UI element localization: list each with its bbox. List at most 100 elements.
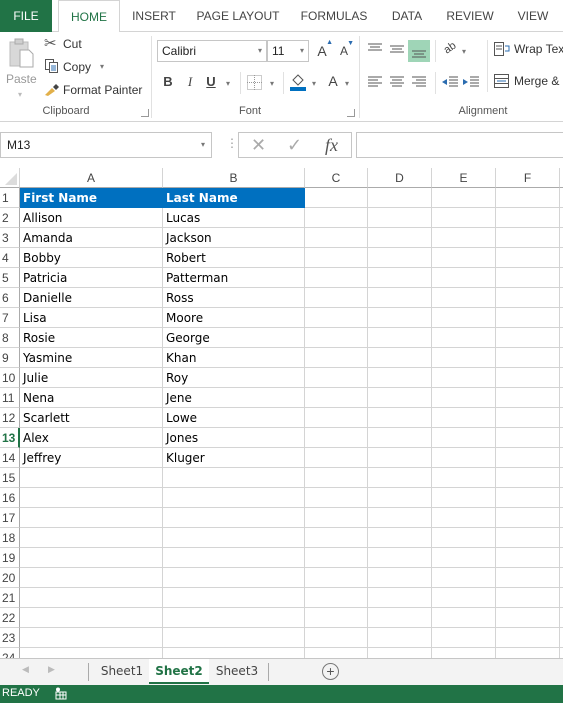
empty-cell[interactable] (20, 528, 163, 548)
underline-button[interactable]: U (205, 74, 217, 89)
empty-cell[interactable] (368, 588, 432, 608)
data-cell[interactable]: Patterman (163, 268, 305, 288)
empty-cell[interactable] (432, 368, 496, 388)
empty-cell[interactable] (496, 308, 560, 328)
empty-cell[interactable] (20, 548, 163, 568)
data-cell[interactable]: Scarlett (20, 408, 163, 428)
row-header-23[interactable]: 23 (0, 628, 20, 648)
empty-cell[interactable] (368, 648, 432, 658)
row-header-20[interactable]: 20 (0, 568, 20, 588)
empty-cell[interactable] (20, 508, 163, 528)
empty-cell[interactable] (368, 188, 432, 208)
data-cell[interactable]: Ross (163, 288, 305, 308)
empty-cell[interactable] (368, 408, 432, 428)
empty-cell[interactable] (305, 548, 368, 568)
data-cell[interactable]: Julie (20, 368, 163, 388)
empty-cell[interactable] (496, 368, 560, 388)
font-color-dropdown-icon[interactable]: ▾ (345, 79, 349, 88)
font-launcher-icon[interactable] (347, 109, 355, 117)
data-cell[interactable]: Lisa (20, 308, 163, 328)
row-header-3[interactable]: 3 (0, 228, 20, 248)
row-header-8[interactable]: 8 (0, 328, 20, 348)
empty-cell[interactable] (305, 508, 368, 528)
merge-center-button[interactable]: Merge & Center (494, 73, 563, 91)
empty-cell[interactable] (305, 408, 368, 428)
empty-cell[interactable] (432, 588, 496, 608)
sheet-tab-sheet1[interactable]: Sheet1 (94, 659, 150, 684)
row-header-18[interactable]: 18 (0, 528, 20, 548)
empty-cell[interactable] (305, 528, 368, 548)
fill-color-dropdown-icon[interactable]: ▾ (312, 79, 316, 88)
empty-cell[interactable] (20, 628, 163, 648)
empty-cell[interactable] (305, 328, 368, 348)
empty-cell[interactable] (163, 488, 305, 508)
row-header-1[interactable]: 1 (0, 188, 20, 208)
empty-cell[interactable] (368, 568, 432, 588)
empty-cell[interactable] (432, 208, 496, 228)
sheet-tab-sheet3[interactable]: Sheet3 (209, 659, 265, 684)
empty-cell[interactable] (432, 248, 496, 268)
bold-button[interactable]: B (162, 74, 174, 89)
empty-cell[interactable] (496, 608, 560, 628)
sheet-tab-sheet2[interactable]: Sheet2 (149, 659, 209, 684)
increase-font-size-button[interactable]: A ▲ (315, 39, 333, 59)
cancel-icon[interactable]: ✕ (251, 133, 266, 157)
data-cell[interactable]: Bobby (20, 248, 163, 268)
empty-cell[interactable] (368, 248, 432, 268)
borders-dropdown-icon[interactable]: ▾ (270, 79, 274, 88)
empty-cell[interactable] (163, 568, 305, 588)
data-cell[interactable]: Jackson (163, 228, 305, 248)
empty-cell[interactable] (368, 508, 432, 528)
scroll-left-icon[interactable]: ◀ (22, 664, 29, 675)
data-cell[interactable]: Jeffrey (20, 448, 163, 468)
decrease-font-size-button[interactable]: A ▼ (338, 40, 354, 58)
row-header-9[interactable]: 9 (0, 348, 20, 368)
empty-cell[interactable] (432, 608, 496, 628)
italic-button[interactable]: I (184, 74, 196, 90)
empty-cell[interactable] (432, 228, 496, 248)
add-sheet-icon[interactable]: + (322, 663, 339, 680)
empty-cell[interactable] (368, 228, 432, 248)
empty-cell[interactable] (305, 208, 368, 228)
empty-cell[interactable] (20, 568, 163, 588)
borders-icon[interactable] (247, 75, 262, 90)
data-cell[interactable]: Allison (20, 208, 163, 228)
empty-cell[interactable] (496, 448, 560, 468)
paste-button[interactable]: Paste ▾ (4, 36, 38, 99)
empty-cell[interactable] (368, 288, 432, 308)
column-header-b[interactable]: B (163, 168, 305, 188)
tab-view[interactable]: VIEW (512, 0, 554, 32)
empty-cell[interactable] (20, 468, 163, 488)
column-header-c[interactable]: C (305, 168, 368, 188)
tab-data[interactable]: DATA (387, 0, 427, 32)
empty-cell[interactable] (305, 468, 368, 488)
select-all-button[interactable] (0, 168, 20, 188)
format-painter-button[interactable]: Format Painter (44, 81, 144, 99)
row-header-19[interactable]: 19 (0, 548, 20, 568)
empty-cell[interactable] (163, 588, 305, 608)
empty-cell[interactable] (432, 548, 496, 568)
empty-cell[interactable] (432, 628, 496, 648)
empty-cell[interactable] (432, 488, 496, 508)
bottom-align-button[interactable] (408, 40, 430, 62)
empty-cell[interactable] (432, 268, 496, 288)
cut-button[interactable]: ✂ Cut (44, 35, 104, 53)
decrease-indent-icon[interactable] (442, 76, 458, 88)
tab-home[interactable]: HOME (58, 0, 120, 33)
empty-cell[interactable] (496, 408, 560, 428)
row-header-15[interactable]: 15 (0, 468, 20, 488)
empty-cell[interactable] (305, 248, 368, 268)
empty-cell[interactable] (163, 608, 305, 628)
empty-cell[interactable] (496, 388, 560, 408)
tab-formulas[interactable]: FORMULAS (297, 0, 371, 32)
empty-cell[interactable] (305, 368, 368, 388)
empty-cell[interactable] (432, 348, 496, 368)
data-cell[interactable]: George (163, 328, 305, 348)
empty-cell[interactable] (368, 608, 432, 628)
header-cell[interactable]: Last Name (163, 188, 305, 208)
orientation-dropdown-icon[interactable]: ▾ (462, 47, 466, 56)
row-header-11[interactable]: 11 (0, 388, 20, 408)
empty-cell[interactable] (305, 588, 368, 608)
clipboard-launcher-icon[interactable] (141, 109, 149, 117)
copy-button[interactable]: Copy ▾ (44, 58, 114, 76)
